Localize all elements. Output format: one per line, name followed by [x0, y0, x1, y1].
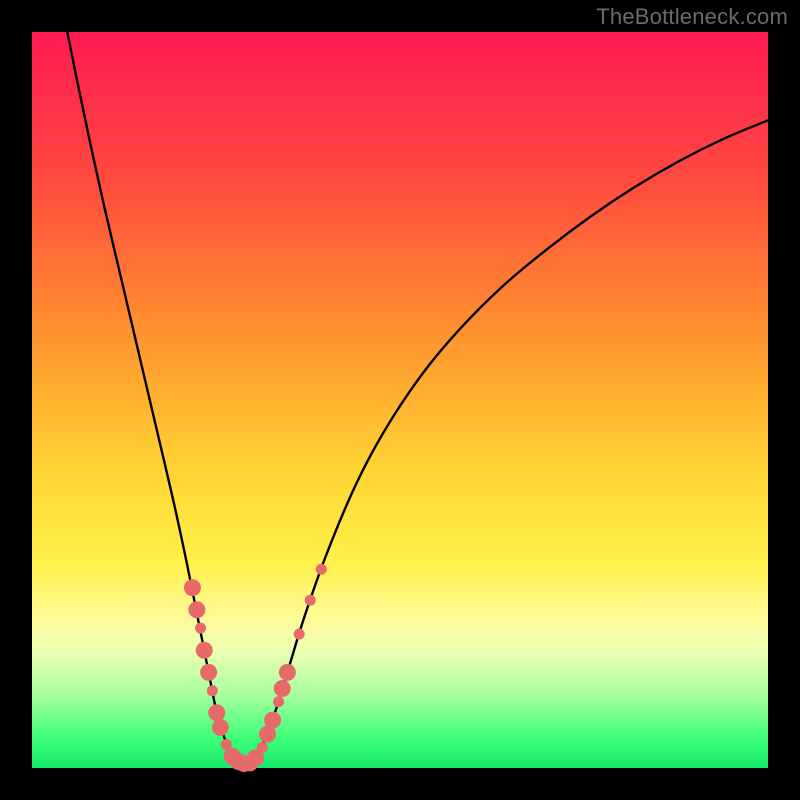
scatter-point	[200, 664, 217, 681]
scatter-point	[195, 623, 206, 634]
scatter-point	[273, 696, 284, 707]
scatter-point	[316, 564, 327, 575]
scatter-point	[264, 712, 281, 729]
scatter-point	[184, 579, 201, 596]
scatter-point	[207, 685, 218, 696]
scatter-point	[279, 664, 296, 681]
scatter-point	[208, 704, 225, 721]
chart-frame: TheBottleneck.com	[0, 0, 800, 800]
scatter-point	[274, 680, 291, 697]
scatter-point	[294, 629, 305, 640]
scatter-point	[212, 719, 229, 736]
plot-background	[32, 32, 768, 768]
scatter-point	[305, 595, 316, 606]
scatter-point	[188, 601, 205, 618]
watermark-text: TheBottleneck.com	[596, 4, 788, 30]
scatter-point	[257, 742, 268, 753]
bottleneck-chart	[0, 0, 800, 800]
scatter-point	[196, 642, 213, 659]
